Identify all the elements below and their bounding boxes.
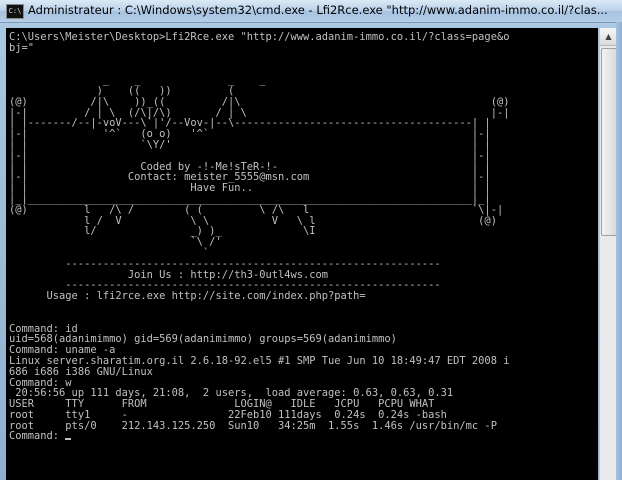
window-frame-right [616, 22, 622, 480]
text-cursor [65, 438, 72, 441]
console-output[interactable]: C:\Users\Meister\Desktop>Lfi2Rce.exe "ht… [6, 28, 598, 480]
window-title: Administrateur : C:\Windows\system32\cmd… [28, 3, 608, 17]
cmd-icon[interactable]: C:\ [6, 4, 24, 19]
cmd-window: C:\ Administrateur : C:\Windows\system32… [0, 0, 622, 480]
scroll-up-arrow-icon[interactable]: ▲ [600, 28, 617, 46]
console-text: C:\Users\Meister\Desktop>Lfi2Rce.exe "ht… [9, 31, 510, 443]
title-bar[interactable]: C:\ Administrateur : C:\Windows\system32… [0, 0, 622, 23]
scrollbar-thumb[interactable] [601, 48, 617, 236]
vertical-scrollbar[interactable]: ▲ [599, 28, 617, 480]
